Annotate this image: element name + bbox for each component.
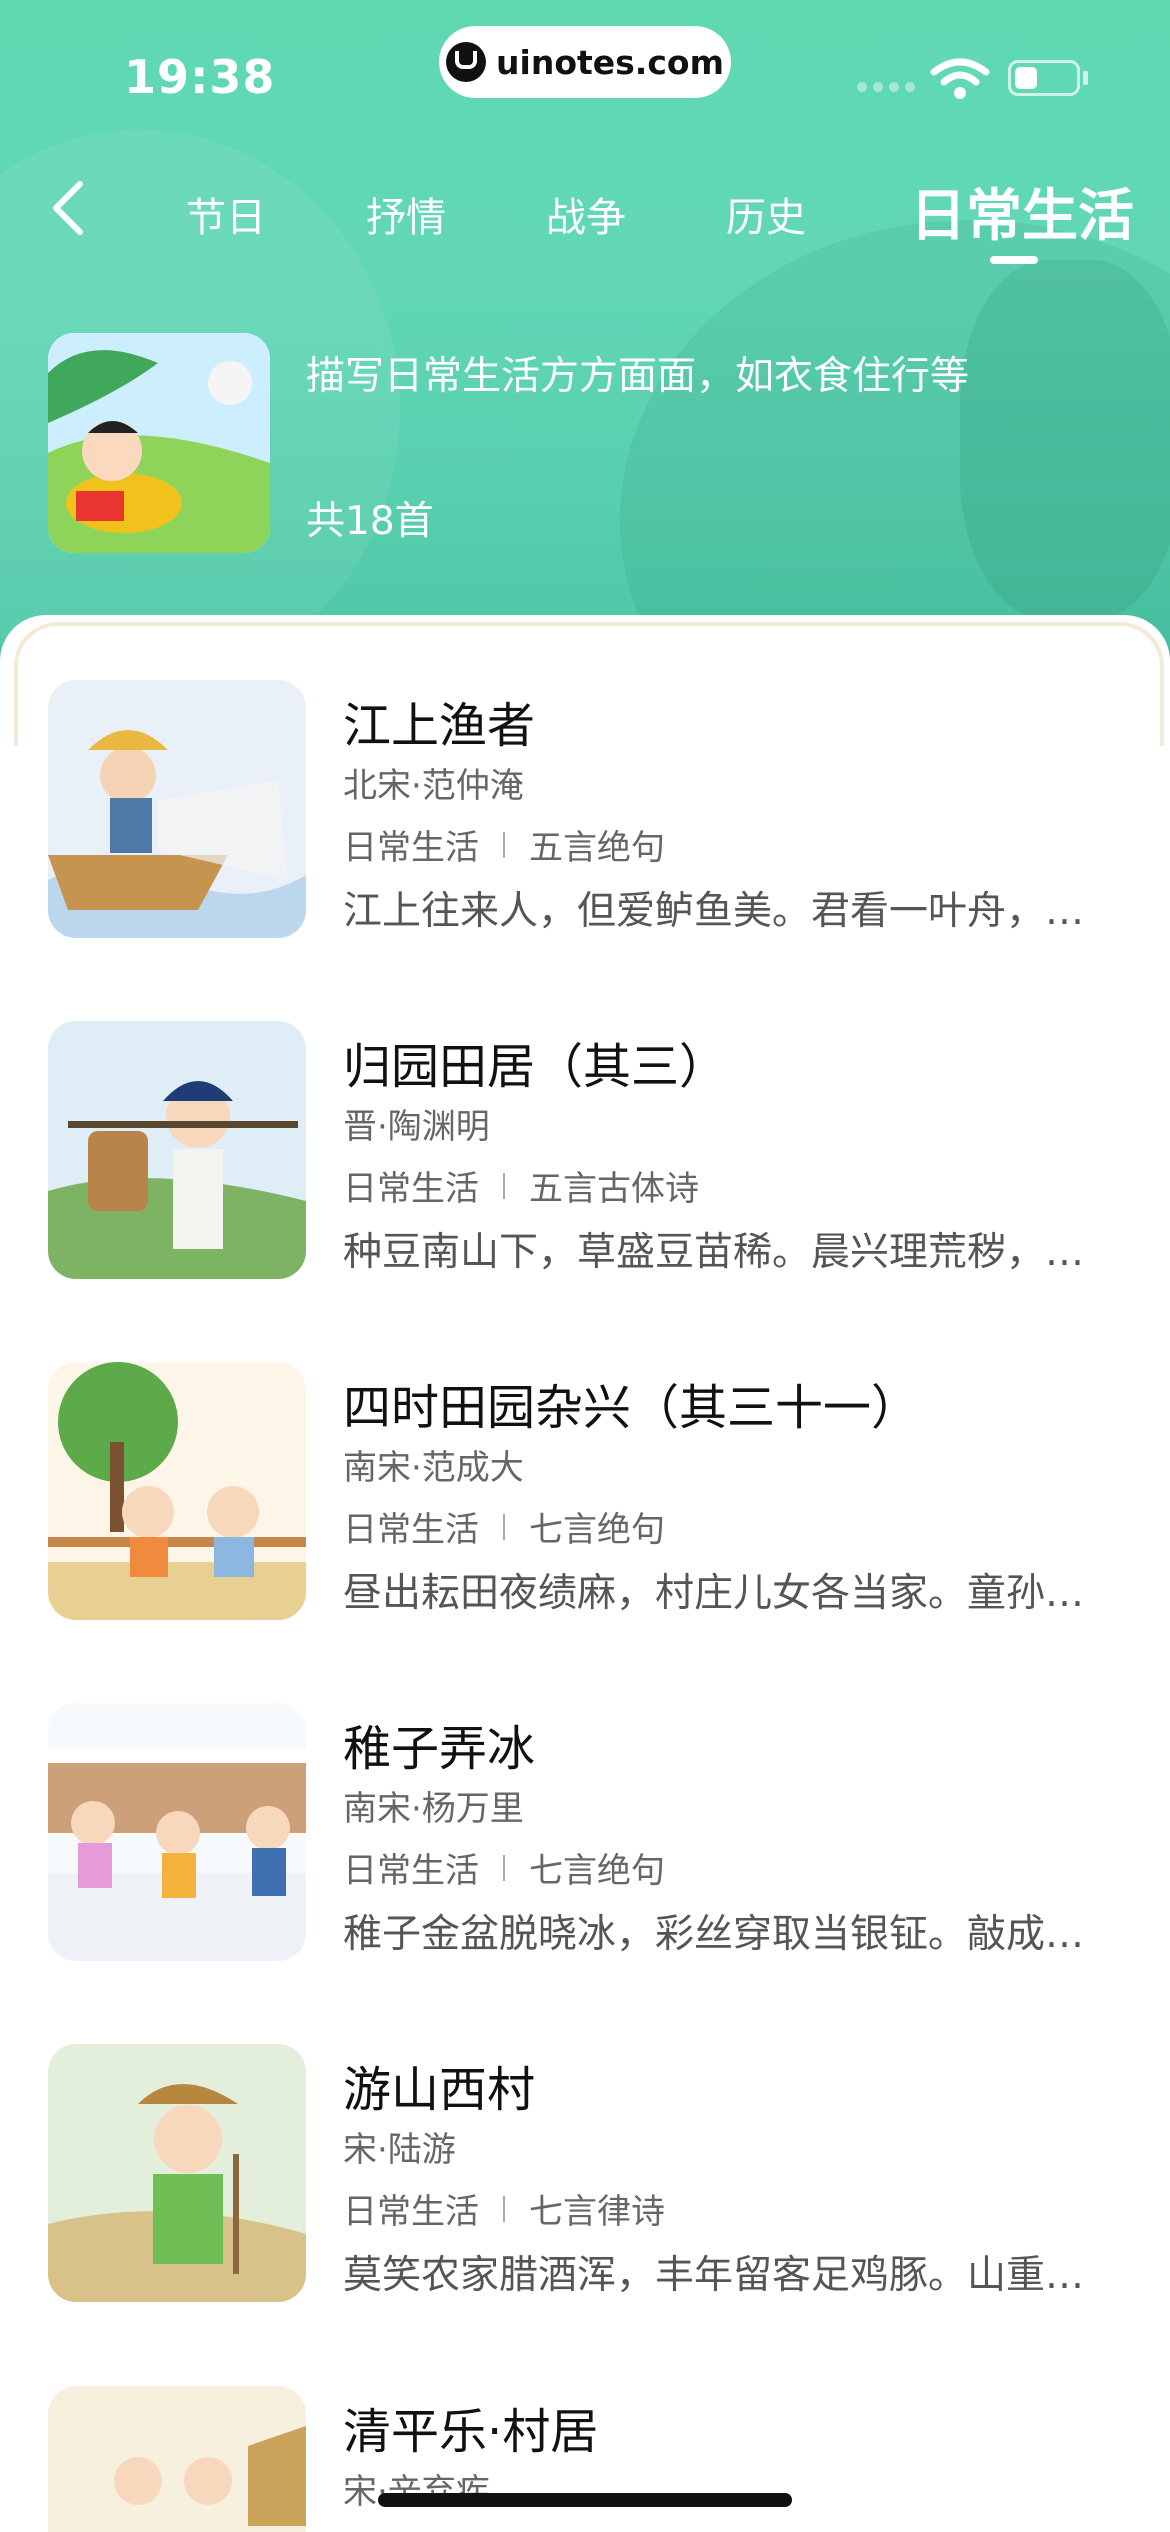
tab-daily-life[interactable]: 日常生活 [910, 171, 1134, 252]
tag-divider [503, 1513, 505, 1540]
poem-excerpt: 种豆南山下，草盛豆苗稀。晨兴理荒秽，带月荷锄归。 [343, 1230, 1103, 1275]
poem-title: 归园田居（其三） [343, 1039, 728, 1095]
poem-form: 七言绝句 [529, 1510, 665, 1550]
poem-count: 共18首 [306, 499, 434, 544]
site-logo-icon [446, 42, 487, 82]
active-tab-indicator [990, 256, 1038, 264]
poem-author: 南宋·杨万里 [343, 1789, 524, 1829]
battery-tip [1083, 71, 1088, 85]
poem-form: 五言古体诗 [529, 1169, 699, 1209]
poem-theme: 日常生活 [343, 2192, 479, 2232]
poem-tags: 日常生活 七言律诗 [343, 2184, 665, 2233]
poem-illustration [48, 1362, 306, 1620]
tab-lyric[interactable]: 抒情 [366, 185, 446, 243]
poem-author: 晋·陶渊明 [343, 1107, 490, 1147]
poem-list-item[interactable]: 稚子弄冰 南宋·杨万里 日常生活 七言绝句 稚子金盆脱晓冰，彩丝穿取当银钲。敲成… [0, 1703, 1170, 1963]
tab-festival[interactable]: 节日 [186, 185, 266, 243]
poem-excerpt: 莫笑农家腊酒浑，丰年留客足鸡豚。山重水复疑无路，柳暗花明又一村。 [343, 2253, 1103, 2298]
poem-form: 五言绝句 [529, 828, 665, 868]
poem-theme: 日常生活 [343, 1851, 479, 1891]
poem-list-item[interactable]: 江上渔者 北宋·范仲淹 日常生活 五言绝句 江上往来人，但爱鲈鱼美。君看一叶舟，… [0, 680, 1170, 940]
category-tabs: 节日 抒情 战争 历史 日常生活 [0, 175, 1170, 265]
poem-title: 江上渔者 [343, 698, 536, 754]
category-cover-image [48, 333, 270, 553]
poem-author: 宋·陆游 [343, 2130, 456, 2170]
poem-tags: 日常生活 五言古体诗 [343, 1161, 699, 1210]
category-description: 描写日常生活方方面面，如衣食住行等 [306, 354, 970, 399]
poem-excerpt: 江上往来人，但爱鲈鱼美。君看一叶舟，出没风波里。 [343, 889, 1103, 934]
poem-form: 七言律诗 [529, 2192, 665, 2232]
tag-divider [503, 1172, 505, 1199]
poem-illustration [48, 680, 306, 938]
url-text: uinotes.com [496, 42, 724, 82]
poem-tags: 日常生活 五言绝句 [343, 820, 665, 869]
poem-theme: 日常生活 [343, 1510, 479, 1550]
poem-title: 四时田园杂兴（其三十一） [343, 1380, 920, 1436]
poem-illustration [48, 2044, 306, 2302]
poem-form: 七言绝句 [529, 1851, 665, 1891]
decorative-hill [960, 260, 1170, 620]
poem-title: 游山西村 [343, 2062, 536, 2118]
wifi-icon [930, 58, 990, 99]
poem-list-item[interactable]: 清平乐·村居 宋·辛弃疾 [0, 2386, 1170, 2532]
poem-title: 稚子弄冰 [343, 1721, 536, 1777]
url-badge: uinotes.com [439, 26, 731, 98]
poem-tags: 日常生活 七言绝句 [343, 1502, 665, 1551]
tag-divider [503, 2195, 505, 2222]
poem-theme: 日常生活 [343, 1169, 479, 1209]
home-indicator[interactable] [378, 2493, 792, 2507]
poem-tags: 日常生活 七言绝句 [343, 1843, 665, 1892]
tag-divider [503, 1854, 505, 1881]
tab-history[interactable]: 历史 [726, 185, 806, 243]
poem-list-item[interactable]: 四时田园杂兴（其三十一） 南宋·范成大 日常生活 七言绝句 昼出耘田夜绩麻，村庄… [0, 1362, 1170, 1622]
tab-war[interactable]: 战争 [546, 185, 626, 243]
poem-excerpt: 稚子金盆脱晓冰，彩丝穿取当银钲。敲成玉磬穿林响，忽作玻璃碎地声。 [343, 1912, 1103, 1957]
battery-icon [1008, 60, 1080, 96]
poem-excerpt: 昼出耘田夜绩麻，村庄儿女各当家。童孙未解供耕织，也傍桑阴学种瓜。 [343, 1571, 1103, 1616]
poem-theme: 日常生活 [343, 828, 479, 868]
poem-illustration [48, 1021, 306, 1279]
status-time: 19:38 [124, 50, 276, 104]
poem-list-item[interactable]: 游山西村 宋·陆游 日常生活 七言律诗 莫笑农家腊酒浑，丰年留客足鸡豚。山重水复… [0, 2044, 1170, 2304]
poem-title: 清平乐·村居 [343, 2404, 599, 2460]
poem-illustration [48, 2386, 306, 2532]
poem-author: 南宋·范成大 [343, 1448, 524, 1488]
poem-author: 北宋·范仲淹 [343, 766, 524, 806]
poem-list-item[interactable]: 归园田居（其三） 晋·陶渊明 日常生活 五言古体诗 种豆南山下，草盛豆苗稀。晨兴… [0, 1021, 1170, 1281]
cellular-signal-icon [857, 82, 915, 92]
poem-illustration [48, 1703, 306, 1961]
tag-divider [503, 831, 505, 858]
